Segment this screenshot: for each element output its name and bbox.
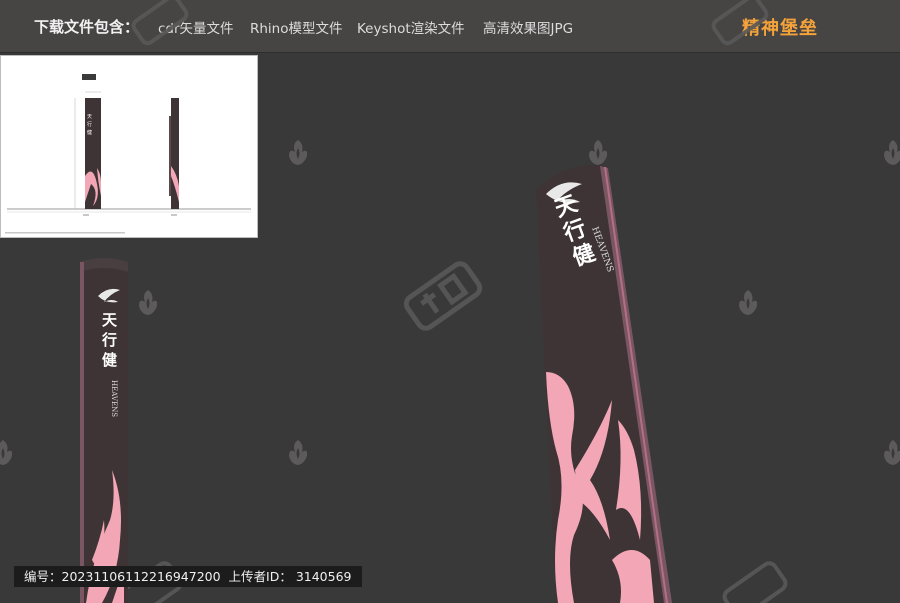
info-bar: 编号：20231106112216947200 上传者ID： 3140569	[14, 566, 362, 587]
watermark-logo-icon	[117, 0, 788, 603]
render-stage: 天 行 健 HEAVENS 天 行 健 HEAVENS	[0, 0, 900, 603]
uploader-label: 上传者ID：	[228, 569, 292, 584]
svg-text:HEAVENS: HEAVENS	[110, 380, 118, 417]
svg-text:健: 健	[102, 351, 117, 369]
id-value: 20231106112216947200	[61, 569, 221, 584]
svg-text:行: 行	[101, 331, 117, 349]
pillar-left: 天 行 健 HEAVENS	[80, 258, 128, 603]
pillar-right: 天 行 健 HEAVENS	[536, 165, 672, 603]
id-label: 编号：	[24, 569, 62, 584]
pillar-left-name-char-1: 天	[102, 311, 118, 329]
uploader-value: 3140569	[295, 569, 352, 584]
